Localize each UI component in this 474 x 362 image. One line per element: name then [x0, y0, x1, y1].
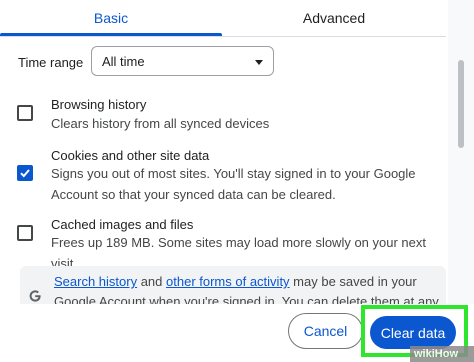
- cached-images-checkbox[interactable]: [17, 225, 33, 241]
- time-range-label: Time range: [18, 55, 84, 70]
- browsing-history-desc: Clears history from all synced devices: [51, 116, 270, 131]
- google-g-icon: [29, 290, 41, 302]
- clear-data-button[interactable]: Clear data: [370, 316, 456, 349]
- cookies-checkbox[interactable]: [17, 165, 33, 181]
- tab-advanced[interactable]: Advanced: [222, 0, 446, 36]
- check-icon: [20, 169, 30, 178]
- time-range-select[interactable]: All time: [91, 46, 274, 76]
- cancel-button[interactable]: Cancel: [288, 313, 363, 349]
- scrollbar-thumb[interactable]: [458, 60, 464, 148]
- tab-basic[interactable]: Basic: [0, 0, 222, 36]
- caret-down-icon: [255, 60, 263, 65]
- cookies-desc: Signs you out of most sites. You'll stay…: [51, 166, 416, 202]
- search-history-link[interactable]: Search history: [54, 274, 137, 289]
- info-and-text: and: [137, 274, 167, 289]
- browsing-history-title: Browsing history: [51, 97, 147, 112]
- tab-bar: Basic Advanced: [0, 0, 474, 36]
- other-activity-link[interactable]: other forms of activity: [166, 274, 290, 289]
- watermark: wikiHow: [410, 346, 474, 362]
- time-range-value: All time: [102, 54, 145, 69]
- tab-divider: [0, 36, 446, 37]
- browsing-history-checkbox[interactable]: [17, 105, 33, 121]
- cached-images-title: Cached images and files: [51, 217, 194, 232]
- cookies-title: Cookies and other site data: [51, 148, 210, 163]
